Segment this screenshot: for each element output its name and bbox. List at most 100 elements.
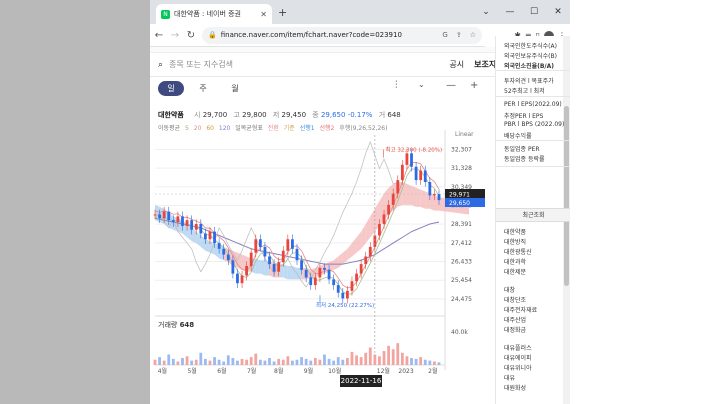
volume-bar bbox=[185, 356, 189, 365]
candle-body bbox=[309, 277, 313, 286]
period-week-button[interactable]: 주 bbox=[190, 81, 216, 96]
volume-bar bbox=[249, 357, 253, 365]
x-tick-label: 2월 bbox=[428, 367, 437, 375]
bookmark-star-icon[interactable]: ☆ bbox=[470, 31, 476, 39]
candle-body bbox=[295, 248, 299, 261]
y-tick-label: 31,328 bbox=[451, 165, 472, 172]
new-tab-button[interactable]: + bbox=[278, 6, 287, 19]
recent-stock-link[interactable]: 대유위니아 bbox=[504, 363, 532, 372]
volume-bar bbox=[263, 360, 267, 365]
x-tick-label: 4월 bbox=[158, 367, 167, 375]
reload-icon[interactable]: ↻ bbox=[186, 30, 196, 41]
volume-bar bbox=[373, 354, 377, 365]
high-price: 29,800 bbox=[242, 111, 267, 119]
candle-body bbox=[387, 204, 391, 215]
recent-stock-link[interactable]: 대원화성 bbox=[504, 383, 526, 392]
open-price: 29,700 bbox=[202, 111, 228, 119]
tab-close-icon[interactable]: ✕ bbox=[260, 10, 267, 19]
current-price-label: 29,650 bbox=[449, 200, 470, 207]
period-day-button[interactable]: 일 bbox=[158, 80, 184, 96]
volume-bar bbox=[336, 357, 340, 365]
candle-body bbox=[378, 224, 381, 236]
window-controls: ⌄ — ☐ ✕ bbox=[474, 0, 570, 24]
chevron-down-icon[interactable]: ⌄ bbox=[418, 80, 425, 89]
volume-bar bbox=[208, 360, 212, 365]
sidebar-info-item: 배당수익률 bbox=[504, 133, 532, 140]
ichimoku-leading1: 선행1 bbox=[299, 125, 315, 132]
recent-stock-link[interactable]: 대주전자재료 bbox=[504, 305, 537, 314]
volume-value: 648 bbox=[387, 111, 401, 119]
low-price: 29,450 bbox=[281, 111, 307, 119]
recent-stock-link[interactable]: 대주산업 bbox=[504, 315, 526, 324]
recent-stock-link[interactable]: 대한과학 bbox=[504, 257, 526, 266]
recent-stock-link[interactable]: 대정화금 bbox=[504, 325, 526, 334]
recent-stock-link[interactable]: 대유 bbox=[504, 373, 515, 382]
candle-body bbox=[364, 256, 368, 265]
recent-stock-link[interactable]: 대한광통신 bbox=[504, 247, 532, 256]
candle-body bbox=[254, 239, 258, 253]
candle-body bbox=[194, 224, 198, 230]
recent-view-header: 최근조회 bbox=[496, 208, 570, 222]
recent-stock-link[interactable]: 대한약품 bbox=[504, 227, 526, 236]
search-icon[interactable]: ⌕ bbox=[158, 60, 163, 70]
tab-search-icon[interactable]: ⌄ bbox=[474, 0, 498, 24]
volume-bar bbox=[318, 359, 322, 365]
ichimoku-cloud-segment bbox=[406, 183, 412, 205]
recent-stock-link[interactable]: 대한방직 bbox=[504, 237, 526, 246]
minimize-button[interactable]: — bbox=[498, 0, 522, 24]
naver-favicon-icon: N bbox=[161, 9, 170, 19]
address-bar[interactable]: 🔒 finance.naver.com/item/fchart.naver?co… bbox=[202, 26, 482, 44]
scale-selector[interactable]: Linear bbox=[455, 131, 474, 138]
period-month-button[interactable]: 월 bbox=[222, 81, 248, 96]
recent-stock-link[interactable]: 대유에이피 bbox=[504, 353, 532, 362]
close-window-button[interactable]: ✕ bbox=[546, 0, 570, 24]
recent-stock-link[interactable]: 대유플러스 bbox=[504, 343, 532, 352]
volume-bar bbox=[171, 358, 175, 365]
candle-body bbox=[410, 153, 413, 167]
y-tick-label: 25,454 bbox=[451, 277, 472, 284]
disclosure-menu[interactable]: 공시 bbox=[449, 59, 464, 70]
browser-tab[interactable]: N 대한약품 : 네이버 증권 ✕ bbox=[156, 4, 272, 24]
recent-stock-link[interactable]: 대창단조 bbox=[504, 295, 526, 304]
share-icon[interactable]: ⇪ bbox=[456, 31, 462, 39]
sidebar-info-item: PBR l BPS (2022.09) bbox=[504, 121, 565, 128]
candle-type-icon[interactable]: ⫶ bbox=[395, 80, 398, 91]
zoom-in-icon[interactable]: + bbox=[470, 80, 478, 91]
sidebar-info-item: PER l EPS(2022.09) bbox=[504, 101, 562, 108]
ichimoku-leading2: 선행2 bbox=[319, 125, 335, 132]
volume-bar bbox=[341, 359, 345, 365]
stock-search-input[interactable]: 종목 또는 지수검색 bbox=[169, 59, 439, 70]
zoom-out-icon[interactable]: — bbox=[446, 80, 456, 91]
volume-bar bbox=[190, 360, 194, 365]
candle-body bbox=[185, 220, 189, 226]
candle-body bbox=[226, 254, 230, 261]
url-text[interactable]: finance.naver.com/item/fchart.naver?code… bbox=[221, 31, 435, 39]
volume-bar bbox=[304, 358, 308, 365]
ichimoku-label[interactable]: 일목균형표 bbox=[235, 125, 263, 132]
ichimoku-lagging: 후행(9,26,52,26) bbox=[339, 125, 388, 132]
candle-body bbox=[213, 231, 216, 244]
volume-bar bbox=[313, 358, 317, 365]
ma120-label: 120 bbox=[218, 125, 231, 132]
volume-bar bbox=[400, 352, 404, 365]
maximize-button[interactable]: ☐ bbox=[522, 0, 546, 24]
candle-body bbox=[162, 211, 166, 219]
volume-bar bbox=[153, 359, 157, 365]
candle-body bbox=[428, 182, 432, 196]
volume-bar bbox=[231, 358, 235, 365]
volume-bar bbox=[158, 357, 161, 365]
scrollbar-thumb[interactable] bbox=[564, 106, 569, 286]
recent-stock-link[interactable]: 대창 bbox=[504, 285, 515, 294]
tab-title: 대한약품 : 네이버 증권 bbox=[174, 10, 241, 18]
back-arrow-icon[interactable]: ← bbox=[154, 30, 164, 41]
candle-body bbox=[437, 194, 441, 201]
ichimoku-cloud-segment bbox=[333, 256, 339, 270]
volume-bar bbox=[355, 355, 358, 365]
forward-arrow-icon[interactable]: → bbox=[170, 30, 180, 41]
google-icon[interactable]: G bbox=[442, 31, 447, 39]
volume-bar bbox=[414, 358, 418, 365]
y-tick-label: 26,433 bbox=[451, 259, 472, 266]
volume-bar bbox=[382, 351, 386, 365]
ma-label[interactable]: 이동평균 bbox=[158, 125, 180, 132]
recent-stock-link[interactable]: 대한제분 bbox=[504, 267, 526, 276]
